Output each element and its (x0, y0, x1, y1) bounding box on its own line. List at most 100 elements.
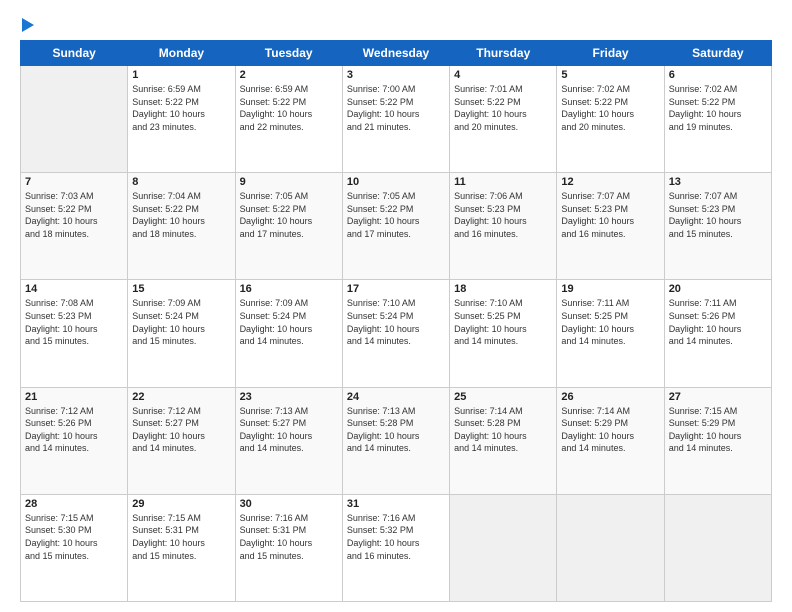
day-info: Sunrise: 7:13 AM Sunset: 5:27 PM Dayligh… (240, 405, 338, 455)
day-number: 9 (240, 176, 338, 188)
calendar-cell: 27 Sunrise: 7:15 AM Sunset: 5:29 PM Dayli… (664, 387, 771, 494)
day-info: Sunrise: 7:06 AM Sunset: 5:23 PM Dayligh… (454, 190, 552, 240)
day-info: Sunrise: 7:13 AM Sunset: 5:28 PM Dayligh… (347, 405, 445, 455)
day-number: 7 (25, 176, 123, 188)
day-info: Sunrise: 7:02 AM Sunset: 5:22 PM Dayligh… (669, 83, 767, 133)
calendar-cell: 4 Sunrise: 7:01 AM Sunset: 5:22 PM Daylig… (450, 66, 557, 173)
calendar-cell: 10 Sunrise: 7:05 AM Sunset: 5:22 PM Dayli… (342, 173, 449, 280)
calendar-cell: 26 Sunrise: 7:14 AM Sunset: 5:29 PM Dayli… (557, 387, 664, 494)
calendar-cell: 5Sunrise: 7:02 AM Sunset: 5:22 PM Daylig… (557, 66, 664, 173)
calendar-header-cell: Thursday (450, 41, 557, 66)
day-number: 20 (669, 283, 767, 295)
day-number: 26 (561, 391, 659, 403)
calendar-cell: 25 Sunrise: 7:14 AM Sunset: 5:28 PM Dayli… (450, 387, 557, 494)
logo (20, 18, 34, 30)
day-number: 1 (132, 69, 230, 81)
calendar-cell: 17 Sunrise: 7:10 AM Sunset: 5:24 PM Dayli… (342, 280, 449, 387)
day-info: Sunrise: 7:14 AM Sunset: 5:28 PM Dayligh… (454, 405, 552, 455)
calendar-cell: 9 Sunrise: 7:05 AM Sunset: 5:22 PM Daylig… (235, 173, 342, 280)
day-number: 17 (347, 283, 445, 295)
calendar-cell (450, 494, 557, 601)
day-number: 6 (669, 69, 767, 81)
day-info: Sunrise: 6:59 AM Sunset: 5:22 PM Dayligh… (240, 83, 338, 133)
day-info: Sunrise: 7:11 AM Sunset: 5:25 PM Dayligh… (561, 297, 659, 347)
calendar-header-cell: Monday (128, 41, 235, 66)
calendar-cell: 1 Sunrise: 6:59 AM Sunset: 5:22 PM Daylig… (128, 66, 235, 173)
calendar-week-row: 21 Sunrise: 7:12 AM Sunset: 5:26 PM Dayli… (21, 387, 772, 494)
day-info: Sunrise: 7:07 AM Sunset: 5:23 PM Dayligh… (669, 190, 767, 240)
calendar-header-cell: Wednesday (342, 41, 449, 66)
day-number: 2 (240, 69, 338, 81)
day-info: Sunrise: 7:12 AM Sunset: 5:26 PM Dayligh… (25, 405, 123, 455)
calendar-cell: 13 Sunrise: 7:07 AM Sunset: 5:23 PM Dayli… (664, 173, 771, 280)
day-info: Sunrise: 7:14 AM Sunset: 5:29 PM Dayligh… (561, 405, 659, 455)
calendar-cell: 19 Sunrise: 7:11 AM Sunset: 5:25 PM Dayli… (557, 280, 664, 387)
calendar-cell: 3 Sunrise: 7:00 AM Sunset: 5:22 PM Daylig… (342, 66, 449, 173)
calendar-week-row: 28 Sunrise: 7:15 AM Sunset: 5:30 PM Dayli… (21, 494, 772, 601)
day-number: 14 (25, 283, 123, 295)
calendar-header-cell: Saturday (664, 41, 771, 66)
day-info: Sunrise: 7:08 AM Sunset: 5:23 PM Dayligh… (25, 297, 123, 347)
day-number: 3 (347, 69, 445, 81)
day-number: 12 (561, 176, 659, 188)
day-number: 5 (561, 69, 659, 81)
day-number: 16 (240, 283, 338, 295)
day-info: Sunrise: 7:11 AM Sunset: 5:26 PM Dayligh… (669, 297, 767, 347)
day-info: Sunrise: 7:15 AM Sunset: 5:30 PM Dayligh… (25, 512, 123, 562)
day-info: Sunrise: 7:16 AM Sunset: 5:31 PM Dayligh… (240, 512, 338, 562)
calendar-cell: 24Sunrise: 7:13 AM Sunset: 5:28 PM Dayli… (342, 387, 449, 494)
day-number: 18 (454, 283, 552, 295)
day-info: Sunrise: 7:01 AM Sunset: 5:22 PM Dayligh… (454, 83, 552, 133)
calendar-cell: 20 Sunrise: 7:11 AM Sunset: 5:26 PM Dayli… (664, 280, 771, 387)
day-number: 25 (454, 391, 552, 403)
calendar-cell: 6 Sunrise: 7:02 AM Sunset: 5:22 PM Daylig… (664, 66, 771, 173)
day-number: 8 (132, 176, 230, 188)
calendar-cell: 12 Sunrise: 7:07 AM Sunset: 5:23 PM Dayli… (557, 173, 664, 280)
day-info: Sunrise: 7:00 AM Sunset: 5:22 PM Dayligh… (347, 83, 445, 133)
calendar-cell (21, 66, 128, 173)
calendar-cell: 14 Sunrise: 7:08 AM Sunset: 5:23 PM Dayli… (21, 280, 128, 387)
calendar-header-cell: Friday (557, 41, 664, 66)
calendar-week-row: 7Sunrise: 7:03 AM Sunset: 5:22 PM Daylig… (21, 173, 772, 280)
day-number: 19 (561, 283, 659, 295)
day-number: 23 (240, 391, 338, 403)
calendar-week-row: 14 Sunrise: 7:08 AM Sunset: 5:23 PM Dayli… (21, 280, 772, 387)
calendar-cell: 18 Sunrise: 7:10 AM Sunset: 5:25 PM Dayli… (450, 280, 557, 387)
day-info: Sunrise: 7:05 AM Sunset: 5:22 PM Dayligh… (240, 190, 338, 240)
day-info: Sunrise: 7:10 AM Sunset: 5:24 PM Dayligh… (347, 297, 445, 347)
day-number: 29 (132, 498, 230, 510)
calendar-cell (664, 494, 771, 601)
calendar-cell: 30 Sunrise: 7:16 AM Sunset: 5:31 PM Dayli… (235, 494, 342, 601)
day-number: 15 (132, 283, 230, 295)
day-number: 13 (669, 176, 767, 188)
day-info: Sunrise: 7:16 AM Sunset: 5:32 PM Dayligh… (347, 512, 445, 562)
calendar-table: SundayMondayTuesdayWednesdayThursdayFrid… (20, 40, 772, 602)
day-number: 27 (669, 391, 767, 403)
calendar-cell: 8 Sunrise: 7:04 AM Sunset: 5:22 PM Daylig… (128, 173, 235, 280)
calendar-body: 1 Sunrise: 6:59 AM Sunset: 5:22 PM Daylig… (21, 66, 772, 602)
day-info: Sunrise: 7:04 AM Sunset: 5:22 PM Dayligh… (132, 190, 230, 240)
day-number: 30 (240, 498, 338, 510)
calendar-cell: 31Sunrise: 7:16 AM Sunset: 5:32 PM Dayli… (342, 494, 449, 601)
calendar-cell: 28 Sunrise: 7:15 AM Sunset: 5:30 PM Dayli… (21, 494, 128, 601)
day-info: Sunrise: 7:12 AM Sunset: 5:27 PM Dayligh… (132, 405, 230, 455)
day-info: Sunrise: 7:07 AM Sunset: 5:23 PM Dayligh… (561, 190, 659, 240)
calendar-header-cell: Tuesday (235, 41, 342, 66)
day-info: Sunrise: 7:05 AM Sunset: 5:22 PM Dayligh… (347, 190, 445, 240)
day-number: 11 (454, 176, 552, 188)
logo-arrow-icon (22, 18, 34, 32)
day-info: Sunrise: 7:10 AM Sunset: 5:25 PM Dayligh… (454, 297, 552, 347)
day-number: 4 (454, 69, 552, 81)
day-number: 21 (25, 391, 123, 403)
day-info: Sunrise: 6:59 AM Sunset: 5:22 PM Dayligh… (132, 83, 230, 133)
day-info: Sunrise: 7:15 AM Sunset: 5:31 PM Dayligh… (132, 512, 230, 562)
day-info: Sunrise: 7:15 AM Sunset: 5:29 PM Dayligh… (669, 405, 767, 455)
calendar-cell: 15Sunrise: 7:09 AM Sunset: 5:24 PM Dayli… (128, 280, 235, 387)
header (20, 18, 772, 30)
calendar-cell: 29 Sunrise: 7:15 AM Sunset: 5:31 PM Dayli… (128, 494, 235, 601)
day-number: 22 (132, 391, 230, 403)
day-number: 10 (347, 176, 445, 188)
calendar-header-cell: Sunday (21, 41, 128, 66)
day-number: 28 (25, 498, 123, 510)
calendar-cell: 22 Sunrise: 7:12 AM Sunset: 5:27 PM Dayli… (128, 387, 235, 494)
